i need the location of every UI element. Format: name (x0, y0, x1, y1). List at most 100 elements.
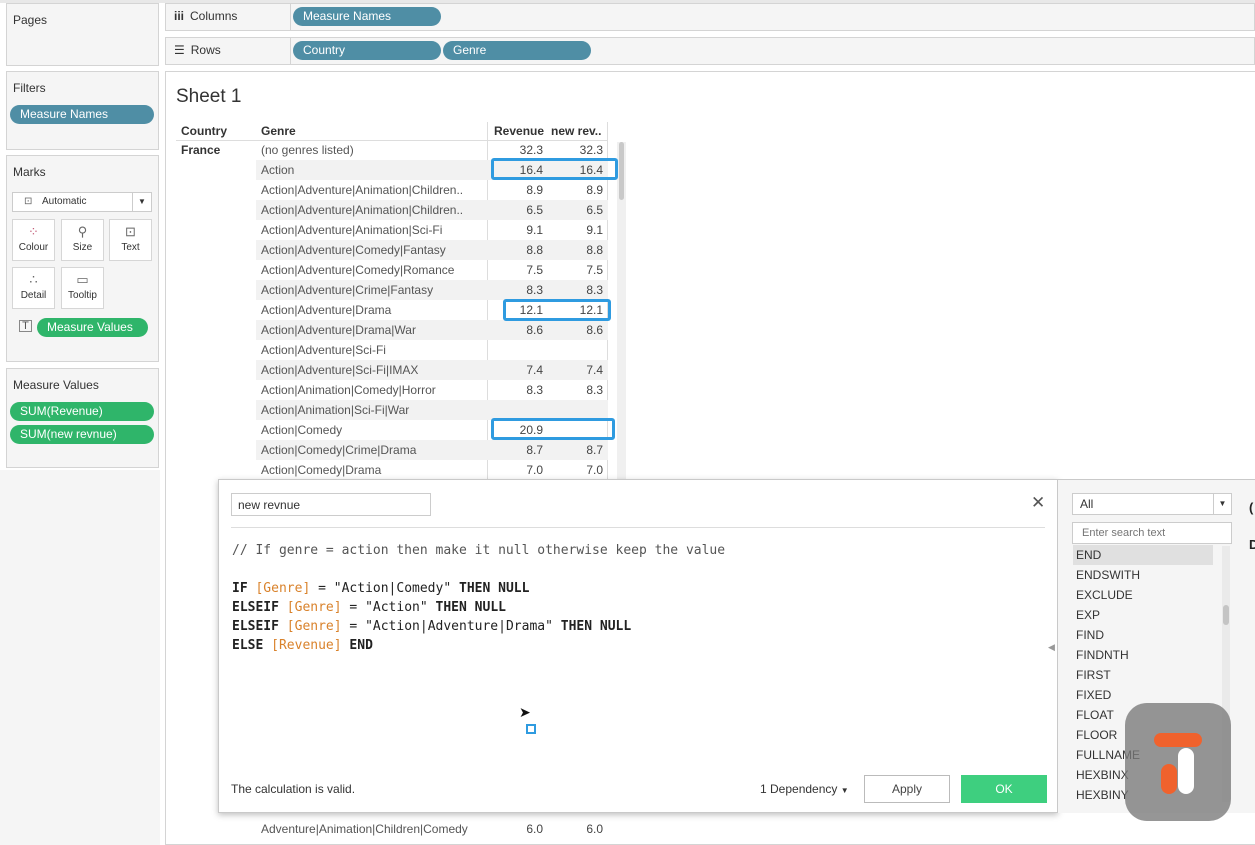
size-icon: ⚲ (77, 224, 88, 239)
marks-pill-measure-values[interactable]: Measure Values (37, 318, 148, 337)
genre-cell: Action|Comedy|Drama (261, 463, 382, 477)
rows-shelf-label: ☰ Rows (174, 43, 221, 57)
field-reference: [Revenue] (271, 638, 342, 653)
function-item[interactable]: FINDNTH (1073, 645, 1213, 665)
ok-button[interactable]: OK (961, 775, 1047, 803)
filters-card[interactable]: Filters Measure Names (6, 71, 159, 150)
new-revenue-cell: 9.1 (586, 223, 603, 237)
genre-cell: (no genres listed) (261, 143, 354, 157)
formula-editor[interactable]: // If genre = action then make it null o… (232, 541, 725, 655)
sheet-title: Sheet 1 (176, 86, 242, 107)
chevron-down-icon: ▼ (1213, 494, 1231, 514)
table-row: Action|Animation|Sci-Fi|War (256, 400, 608, 420)
pages-card[interactable]: Pages (6, 3, 159, 66)
tableau-workspace: Pages Filters Measure Names Marks ⊡ Auto… (0, 0, 1255, 845)
string-literal: "Action|Adventure|Drama" (365, 619, 553, 634)
header-genre[interactable]: Genre (261, 124, 296, 138)
function-item[interactable]: EXCLUDE (1073, 585, 1213, 605)
function-item[interactable]: ENDSWITH (1073, 565, 1213, 585)
table-row: Action|Adventure|Drama|War 8.6 8.6 (256, 320, 608, 340)
field-reference: [Genre] (286, 619, 342, 634)
revenue-cell: 8.3 (526, 283, 543, 297)
function-item[interactable]: FIND (1073, 625, 1213, 645)
new-revenue-cell: 8.3 (586, 383, 603, 397)
table-row: Action|Adventure|Animation|Children.. 6.5… (256, 200, 608, 220)
new-revenue-cell: 7.5 (586, 263, 603, 277)
highlight-action-comedy-row (491, 418, 615, 440)
revenue-cell: 32.3 (519, 143, 543, 157)
close-icon[interactable]: ✕ (1031, 493, 1045, 513)
table-scrollbar-thumb[interactable] (619, 142, 624, 200)
mark-type-value: Automatic (42, 196, 87, 207)
function-search-input[interactable] (1072, 522, 1232, 544)
revenue-cell: 8.8 (526, 243, 543, 257)
operator: = (318, 581, 326, 596)
table-row: Adventure|Animation|Children|Comedy 6.0 … (256, 819, 608, 839)
size-button[interactable]: ⚲ Size (61, 219, 104, 261)
table-row: Action|Comedy|Drama 7.0 7.0 (256, 460, 608, 480)
mark-type-dropdown[interactable]: ⊡ Automatic ▼ (12, 192, 152, 212)
table-row: Action|Adventure|Sci-Fi|IMAX 7.4 7.4 (256, 360, 608, 380)
chevron-down-icon: ▼ (132, 193, 151, 211)
calculation-name-input[interactable] (231, 493, 431, 516)
text-button[interactable]: ⊡ Text (109, 219, 152, 261)
genre-cell: Action|Adventure|Comedy|Fantasy (261, 243, 446, 257)
columns-shelf[interactable]: iii Columns Measure Names (165, 3, 1255, 31)
keyword: IF (232, 581, 248, 596)
genre-cell: Action|Comedy|Crime|Drama (261, 443, 417, 457)
country-label: France (181, 143, 221, 157)
shelf-divider (290, 38, 291, 64)
filters-title: Filters (13, 81, 46, 95)
tooltip-button[interactable]: ▭ Tooltip (61, 267, 104, 309)
detail-icon: ∴ (29, 272, 38, 287)
new-revenue-cell: 8.8 (586, 243, 603, 257)
watermark-logo (1125, 703, 1231, 821)
rows-pill-genre[interactable]: Genre (443, 41, 591, 60)
text-encoding-icon: T (19, 320, 32, 332)
operator: = (349, 600, 358, 615)
table-row: Action|Adventure|Sci-Fi (256, 340, 608, 360)
dependency-dropdown[interactable]: 1 Dependency ▼ (760, 782, 849, 796)
table-row: Action|Adventure|Animation|Children.. 8.9… (256, 180, 608, 200)
table-row: Action|Comedy|Crime|Drama 8.7 8.7 (256, 440, 608, 460)
detail-label: Detail (20, 290, 47, 301)
revenue-cell: 7.5 (526, 263, 543, 277)
rows-shelf[interactable]: ☰ Rows Country Genre (165, 37, 1255, 65)
rows-pill-country[interactable]: Country (293, 41, 441, 60)
measure-pill-new-revnue[interactable]: SUM(new revnue) (10, 425, 154, 444)
function-category-select[interactable]: All ▼ (1072, 493, 1232, 515)
logo-dot (1161, 764, 1177, 794)
function-item[interactable]: END (1073, 545, 1213, 565)
dependency-label: 1 Dependency (760, 782, 838, 796)
revenue-cell: 6.5 (526, 203, 543, 217)
logo-stem (1178, 748, 1194, 794)
table-row: Action|Adventure|Crime|Fantasy 8.3 8.3 (256, 280, 608, 300)
calculation-editor-dialog: ✕ // If genre = action then make it null… (218, 479, 1058, 813)
filter-pill-measure-names[interactable]: Measure Names (10, 105, 154, 124)
header-revenue[interactable]: Revenue (494, 124, 544, 138)
function-list-scrollbar-thumb[interactable] (1223, 605, 1229, 625)
function-item[interactable]: FIXED (1073, 685, 1213, 705)
apply-button[interactable]: Apply (864, 775, 950, 803)
string-literal: "Action" (365, 600, 428, 615)
rows-label: Rows (190, 43, 221, 57)
keyword: ELSEIF (232, 619, 279, 634)
validation-status: The calculation is valid. (231, 782, 356, 796)
genre-cell: Action|Adventure|Drama (261, 303, 392, 317)
revenue-cell: 7.4 (526, 363, 543, 377)
columns-label: Columns (190, 9, 238, 23)
genre-cell: Action|Animation|Sci-Fi|War (261, 403, 410, 417)
columns-shelf-label: iii Columns (174, 9, 237, 23)
function-category-value: All (1080, 497, 1094, 511)
detail-button[interactable]: ∴ Detail (12, 267, 55, 309)
truncated-text-a: ( (1249, 500, 1254, 515)
measure-pill-revenue[interactable]: SUM(Revenue) (10, 402, 154, 421)
collapse-arrow-icon[interactable]: ◀ (1048, 642, 1055, 653)
function-item[interactable]: EXP (1073, 605, 1213, 625)
function-item[interactable]: FIRST (1073, 665, 1213, 685)
header-new-revenue[interactable]: new rev.. (551, 124, 601, 138)
keyword: END (349, 638, 373, 653)
colour-button[interactable]: ⁘ Colour (12, 219, 55, 261)
columns-pill-measure-names[interactable]: Measure Names (293, 7, 441, 26)
header-country[interactable]: Country (181, 124, 227, 138)
